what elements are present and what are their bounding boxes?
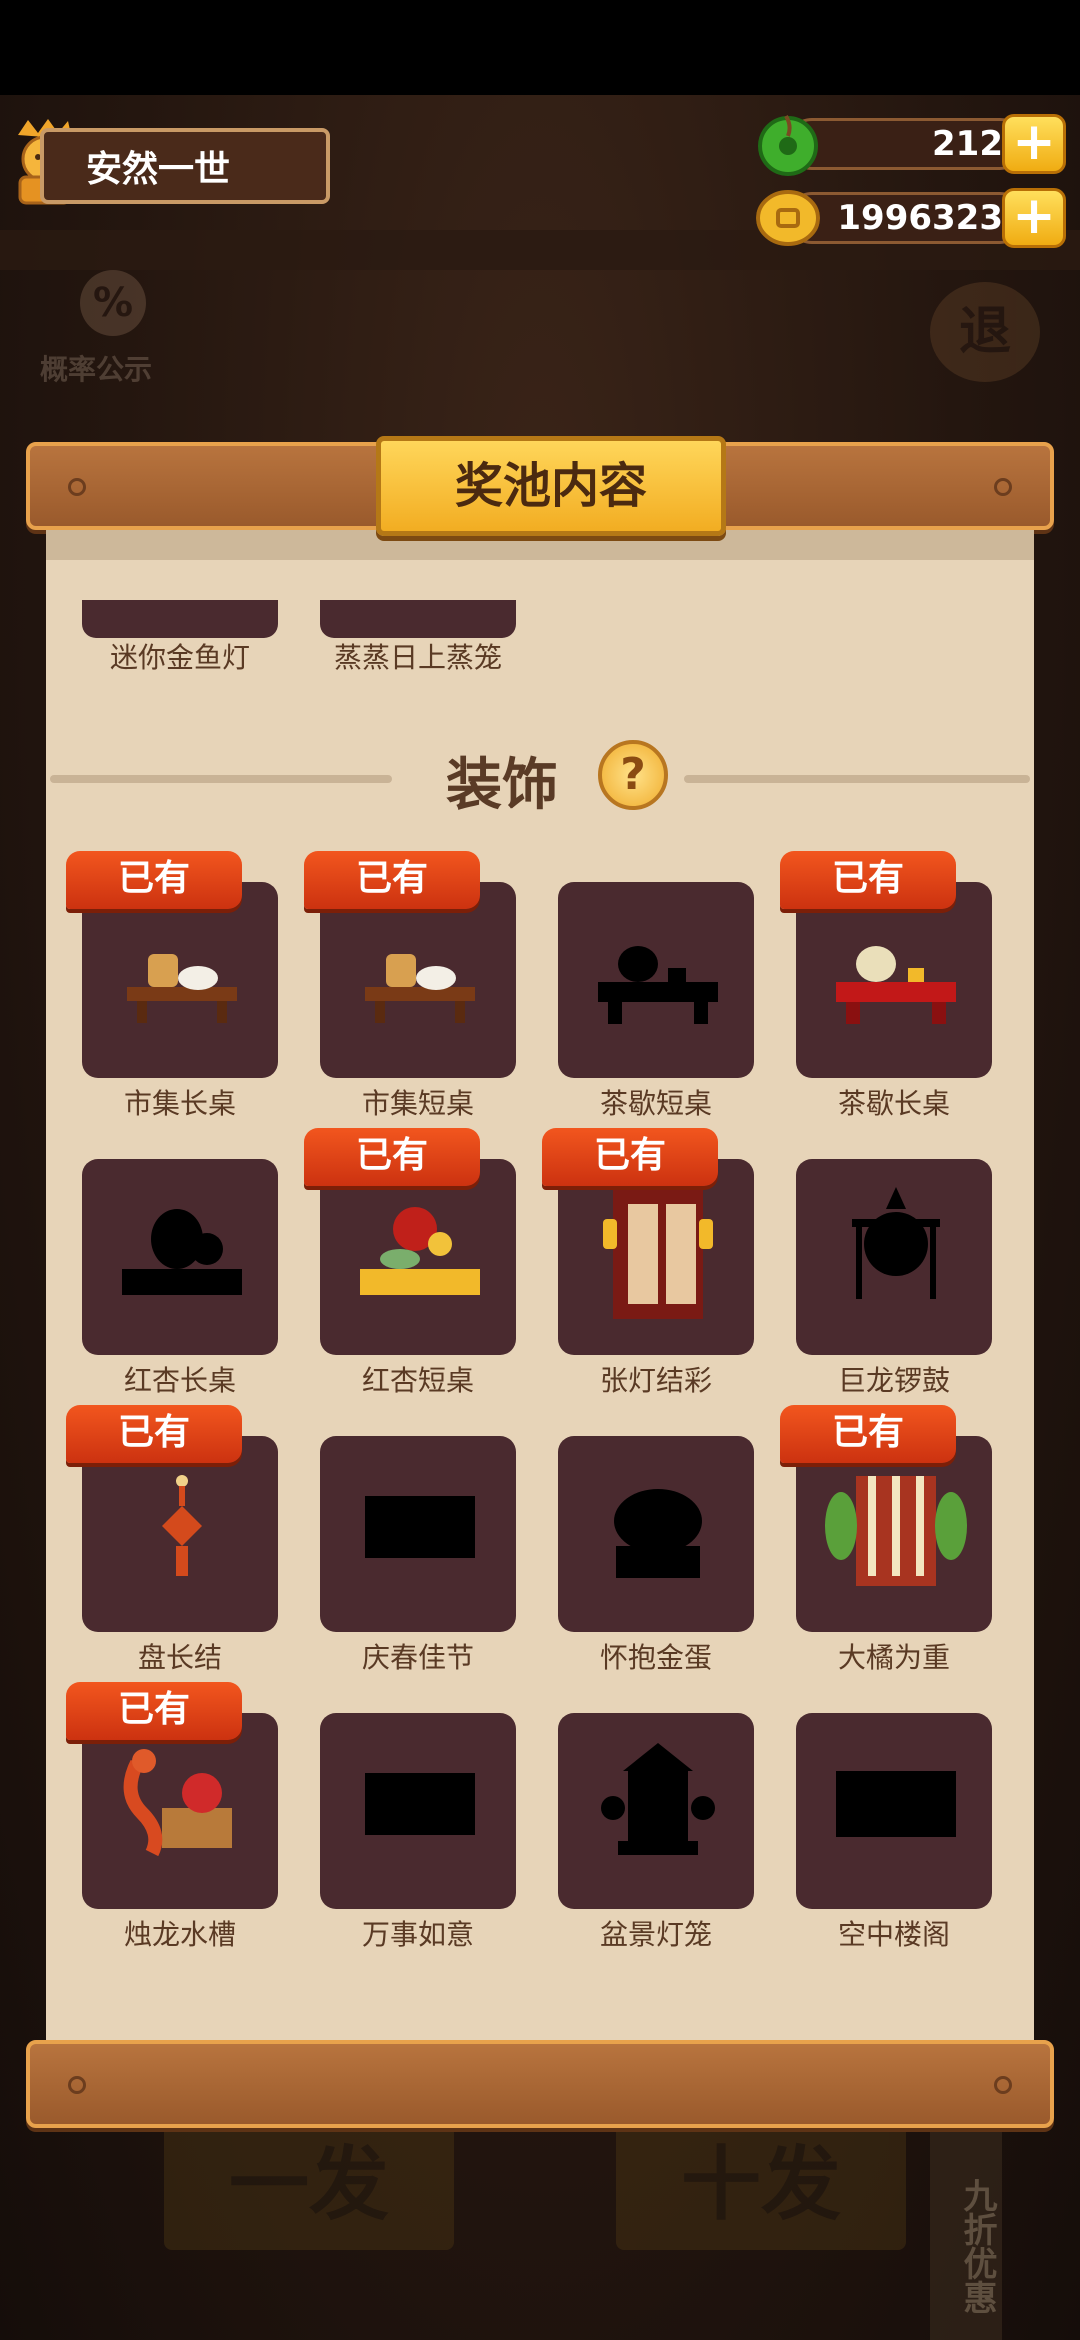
decoration-card[interactable] [82, 1713, 278, 1909]
coin-amount: 1996323 [786, 192, 1026, 244]
orange-tree-icon [825, 1476, 967, 1586]
decoration-card[interactable] [796, 882, 992, 1078]
dragon-trough-icon [123, 1749, 232, 1857]
decoration-name: 茶歇短桌 [599, 1087, 712, 1120]
exit-button[interactable]: 退 [930, 282, 1040, 382]
owned-badge: 已有 [304, 1128, 480, 1186]
decoration-name: 市集长桌 [123, 1087, 236, 1120]
decoration-name: 怀抱金蛋 [599, 1641, 712, 1674]
bonsai-lantern-icon [601, 1743, 715, 1855]
panel-bottom-bar [26, 2040, 1054, 2128]
probability-button[interactable]: % 概率公示 [40, 270, 180, 400]
section-divider [684, 775, 1030, 783]
decoration-card[interactable] [796, 1713, 992, 1909]
decoration-name: 庆春佳节 [361, 1641, 474, 1674]
wanshi-ruyi-icon [365, 1773, 475, 1835]
jade-amount: 212 [786, 118, 1026, 170]
chinese-knot-icon [162, 1475, 202, 1576]
decoration-card[interactable] [82, 882, 278, 1078]
single-draw-button: 一发 [164, 2120, 454, 2250]
decoration-card[interactable] [320, 882, 516, 1078]
decoration-card[interactable] [320, 1436, 516, 1632]
decoration-card[interactable] [82, 1159, 278, 1355]
section-divider [50, 775, 392, 783]
panel-title: 奖池内容 [376, 436, 726, 536]
owned-badge: 已有 [66, 1405, 242, 1463]
coin-currency: 1996323 + [756, 186, 1066, 248]
percent-icon: % [80, 270, 146, 336]
decoration-card[interactable] [82, 1436, 278, 1632]
partial-item-card[interactable] [82, 600, 278, 638]
owned-badge: 已有 [66, 851, 242, 909]
apricot-long-table-icon [122, 1209, 242, 1295]
decoration-name: 空中楼阁 [837, 1918, 950, 1951]
golden-egg-icon [614, 1489, 702, 1578]
owned-badge: 已有 [542, 1128, 718, 1186]
partial-item-card[interactable] [320, 600, 516, 638]
decoration-card[interactable] [796, 1159, 992, 1355]
section-title: 装饰 [446, 753, 558, 818]
discount-tag: 九折优惠 [930, 2120, 1002, 2340]
partial-item-label: 蒸蒸日上蒸笼 [333, 641, 502, 674]
probability-label: 概率公示 [40, 353, 153, 386]
castle-in-air-icon [836, 1771, 956, 1837]
decoration-name: 红杏短桌 [361, 1364, 474, 1397]
player-name-box[interactable]: 安然一世 [40, 128, 330, 204]
tea-short-table-icon [598, 946, 718, 1024]
decoration-card[interactable] [320, 1159, 516, 1355]
decoration-name: 张灯结彩 [599, 1364, 712, 1397]
lantern-decoration-icon [603, 1189, 713, 1319]
tea-long-table-icon [836, 946, 956, 1024]
market-long-table-icon [127, 954, 237, 1023]
decoration-name: 烛龙水槽 [123, 1918, 236, 1951]
owned-badge: 已有 [780, 1405, 956, 1463]
decoration-card[interactable] [558, 1159, 754, 1355]
decoration-name: 红杏长桌 [123, 1364, 236, 1397]
decoration-card[interactable] [796, 1436, 992, 1632]
owned-badge: 已有 [304, 851, 480, 909]
player-name: 安然一世 [86, 149, 231, 190]
status-bar [0, 0, 1080, 95]
coin-icon [756, 190, 820, 246]
ten-draw-button: 十发 [616, 2120, 906, 2250]
help-icon[interactable]: ? [598, 740, 668, 810]
decoration-name: 市集短桌 [361, 1087, 474, 1120]
decoration-name: 大橘为重 [837, 1641, 950, 1674]
partial-item-label: 迷你金鱼灯 [109, 641, 250, 674]
decoration-name: 盆景灯笼 [599, 1918, 712, 1951]
decoration-card[interactable] [320, 1713, 516, 1909]
decoration-card[interactable] [558, 1713, 754, 1909]
decoration-name: 茶歇长桌 [837, 1087, 950, 1120]
spring-festival-icon [365, 1496, 475, 1558]
decoration-name: 盘长结 [137, 1641, 222, 1674]
decoration-name: 巨龙锣鼓 [837, 1364, 950, 1397]
add-coin-button[interactable]: + [1002, 188, 1066, 248]
owned-badge: 已有 [780, 851, 956, 909]
dragon-gong-icon [852, 1187, 940, 1299]
jade-icon [758, 114, 818, 176]
jade-currency: 212 + [756, 112, 1066, 176]
market-short-table-icon [365, 954, 475, 1023]
add-jade-button[interactable]: + [1002, 114, 1066, 174]
decoration-card[interactable] [558, 1436, 754, 1632]
apricot-short-table-icon [360, 1207, 480, 1295]
decoration-name: 万事如意 [361, 1918, 474, 1951]
owned-badge: 已有 [66, 1682, 242, 1740]
decoration-card[interactable] [558, 882, 754, 1078]
